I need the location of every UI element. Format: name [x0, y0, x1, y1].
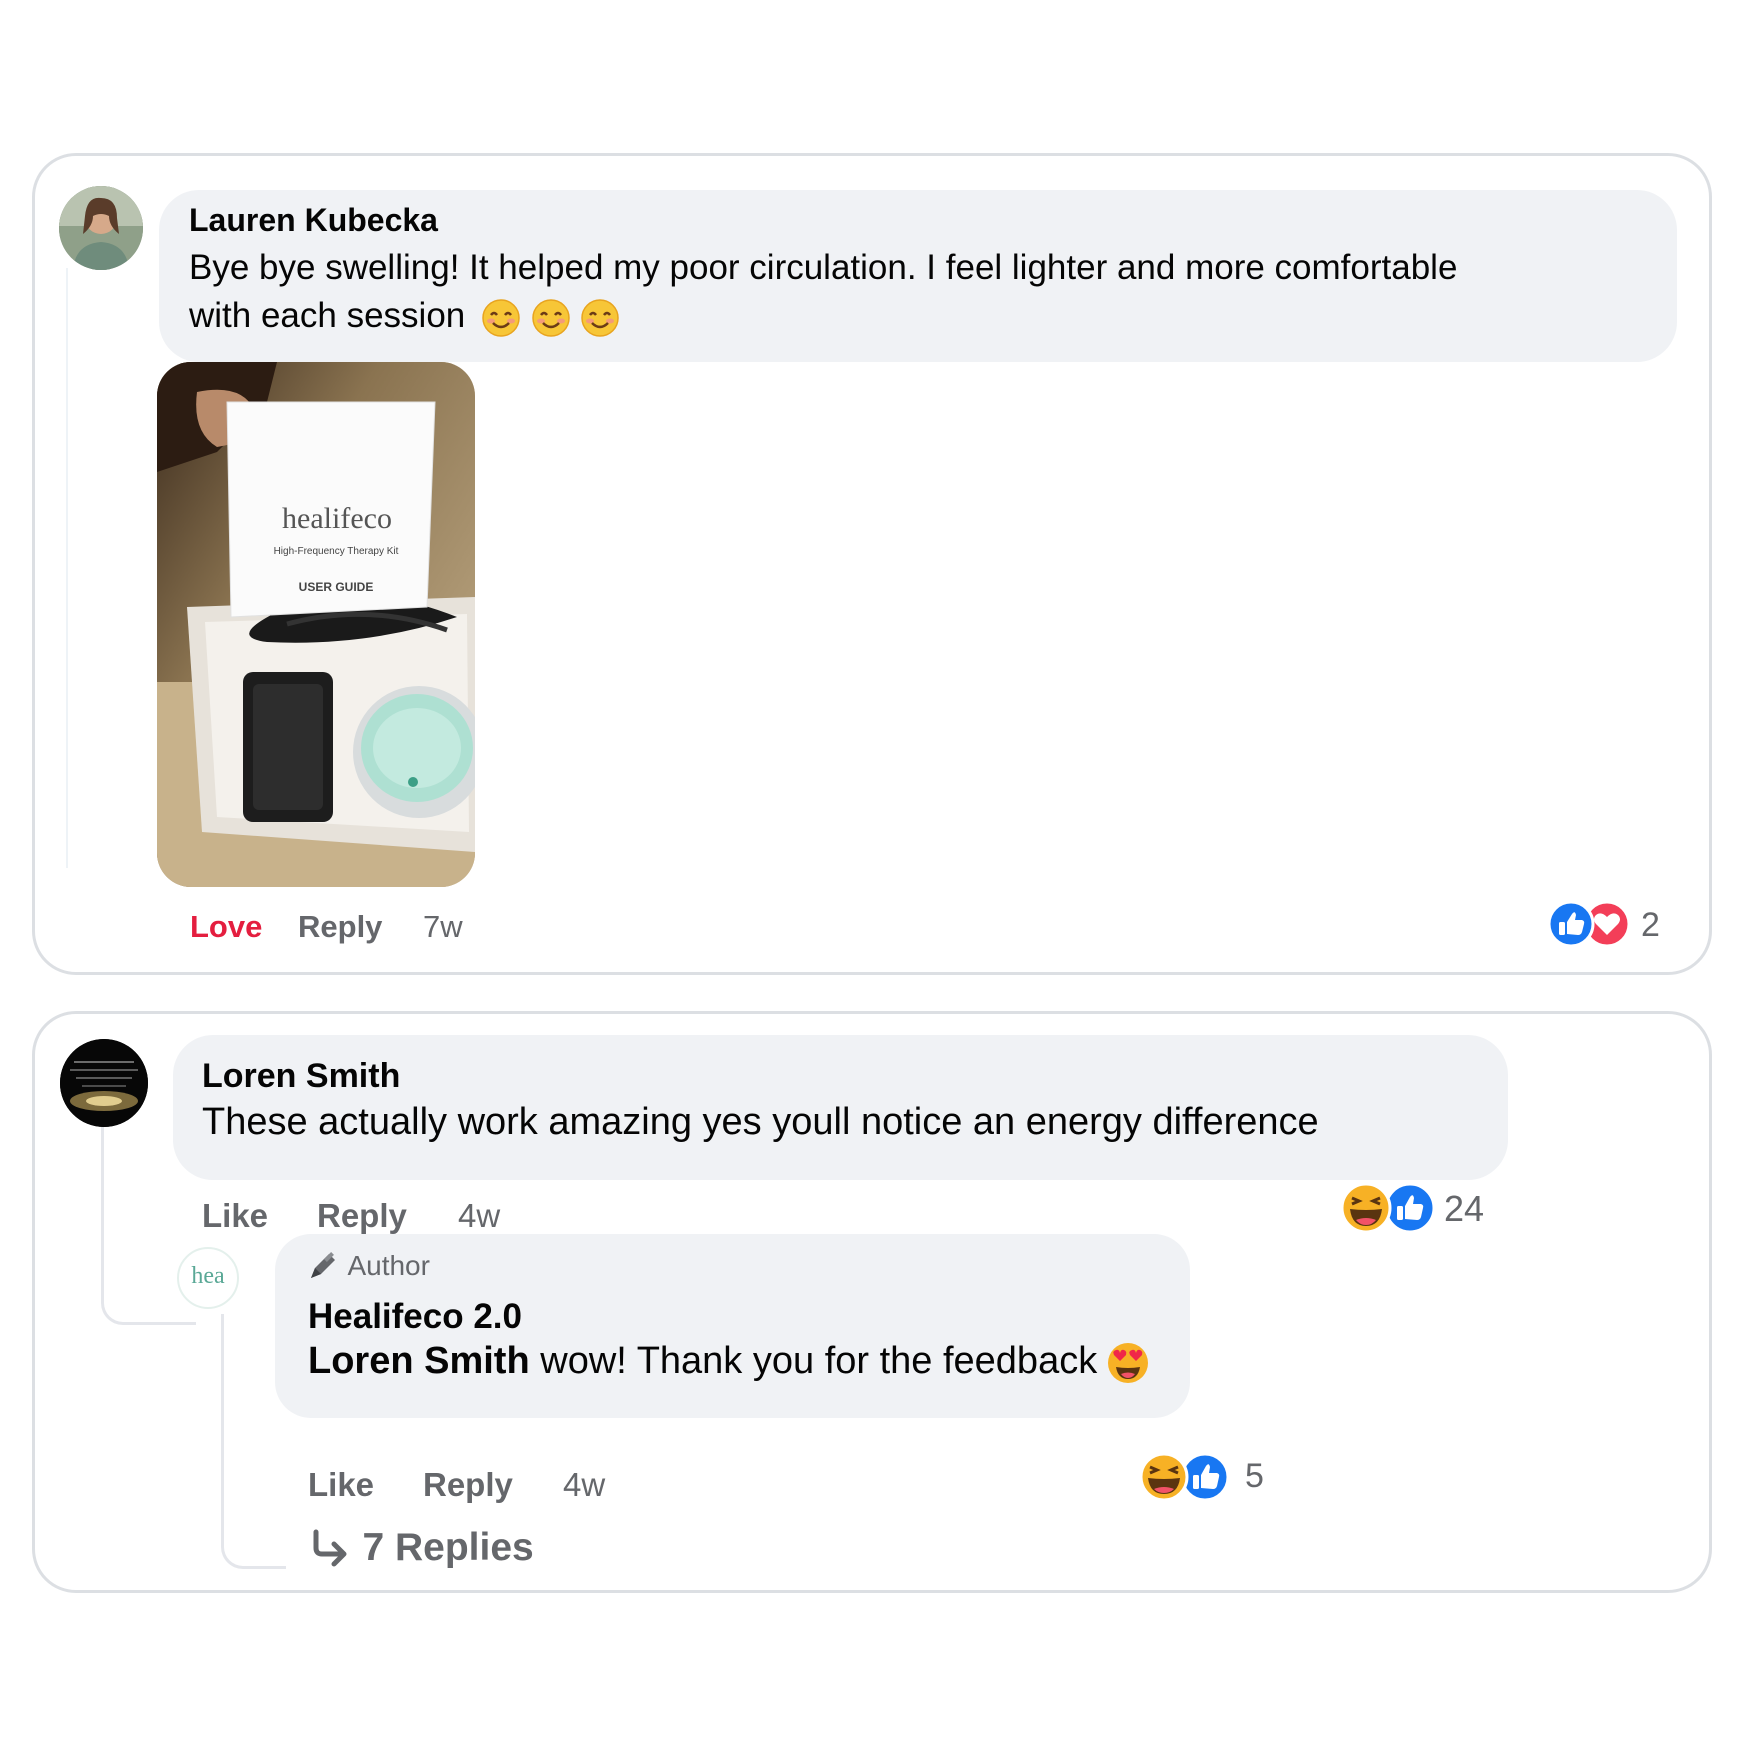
comment-card-2: Loren Smith These actually work amazing …	[32, 1011, 1712, 1593]
reaction-count: 2	[1641, 906, 1660, 944]
comment-text: These actually work amazing yes youll no…	[202, 1101, 1319, 1143]
reactions-summary[interactable]: 24	[1340, 1180, 1510, 1238]
smiling-face-icon	[531, 299, 570, 337]
reply-button[interactable]: Reply	[298, 909, 382, 945]
comment-timestamp[interactable]: 4w	[458, 1197, 500, 1235]
reaction-icons	[1547, 900, 1631, 948]
haha-icon	[1340, 1182, 1392, 1234]
avatar-photo	[59, 186, 143, 270]
like-icon	[1547, 900, 1595, 948]
avatar-healifeco[interactable]: hea	[177, 1247, 239, 1309]
reply-timestamp[interactable]: 4w	[563, 1466, 605, 1504]
smiling-face-icon	[482, 299, 520, 337]
reply-text: wow! Thank you for the feedback	[529, 1340, 1098, 1382]
avatar-lauren[interactable]	[59, 186, 143, 270]
comment-timestamp[interactable]: 7w	[423, 909, 463, 945]
love-button[interactable]: Love	[190, 909, 262, 945]
like-icon	[1384, 1182, 1436, 1234]
reaction-count: 24	[1444, 1188, 1485, 1229]
thread-line	[66, 268, 68, 868]
avatar-text: hea	[191, 1263, 225, 1289]
attached-photo[interactable]: healifeco High-Frequency Therapy Kit USE…	[157, 362, 475, 887]
reply-like-button[interactable]: Like	[308, 1466, 374, 1504]
comment-author[interactable]: Loren Smith	[202, 1057, 400, 1096]
smiling-face-icon	[581, 299, 620, 337]
comment-text-line2-wrap: with each session	[189, 291, 620, 341]
reactions-summary[interactable]: 2	[1545, 898, 1675, 954]
reply-author[interactable]: Healifeco 2.0	[308, 1297, 522, 1337]
comment-text-line1: Bye bye swelling! It helped my poor circ…	[189, 248, 1458, 287]
author-badge-label: Author	[347, 1250, 430, 1281]
like-icon	[1180, 1452, 1230, 1502]
photo-brand: healifeco	[282, 502, 392, 535]
product-box-illustration	[157, 362, 475, 887]
heart-eyes-icon	[1107, 1342, 1148, 1383]
reaction-icons	[1340, 1182, 1436, 1234]
reply-arrow-icon	[313, 1529, 347, 1567]
author-badge: Author	[307, 1250, 430, 1286]
like-button[interactable]: Like	[202, 1197, 268, 1235]
smiling-face-emoji-icons	[481, 296, 620, 337]
reply-text-line: Loren Smith wow! Thank you for the feedb…	[308, 1336, 1150, 1386]
haha-icon	[1139, 1452, 1189, 1502]
reaction-icons	[1139, 1452, 1230, 1502]
photo-guide-label: USER GUIDE	[298, 580, 374, 594]
comment-card-1: Lauren Kubecka Bye bye swelling! It help…	[32, 153, 1712, 975]
reply-mention[interactable]: Loren Smith	[308, 1340, 530, 1382]
comment-author[interactable]: Lauren Kubecka	[189, 202, 438, 239]
view-replies-link[interactable]: 7 Replies	[308, 1526, 534, 1576]
reply-reaction-count: 5	[1245, 1457, 1264, 1495]
pen-icon	[311, 1252, 335, 1278]
view-replies-label[interactable]: 7 Replies	[362, 1526, 533, 1569]
avatar-loren[interactable]	[60, 1039, 148, 1127]
reply-reactions-summary[interactable]: 5	[1139, 1450, 1289, 1506]
avatar-image	[60, 1039, 148, 1127]
reply-button[interactable]: Reply	[317, 1197, 407, 1235]
reply-reply-button[interactable]: Reply	[423, 1466, 513, 1504]
photo-subtitle: High-Frequency Therapy Kit	[273, 546, 399, 557]
comment-text-line2: with each session	[189, 296, 466, 335]
